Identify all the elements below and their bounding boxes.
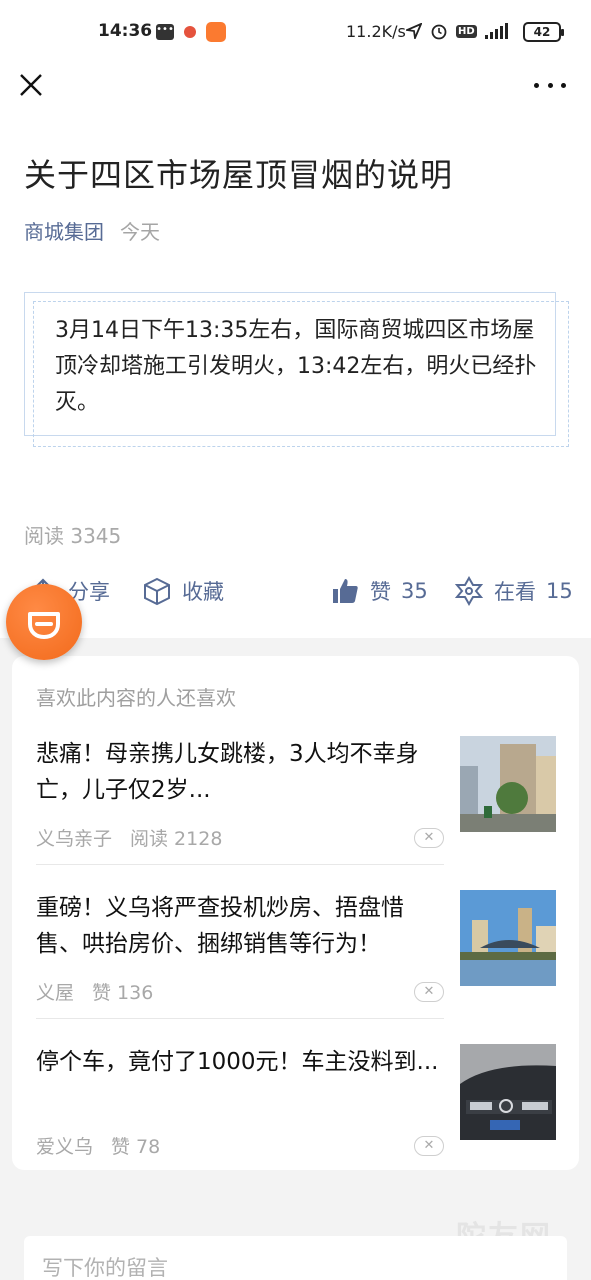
car-photo-icon <box>460 1044 556 1140</box>
didi-logo-icon <box>28 612 60 639</box>
app-notification-icon <box>184 26 196 38</box>
alarm-icon <box>431 24 447 40</box>
publish-date: 今天 <box>120 220 160 244</box>
system-icons: HD <box>406 22 508 40</box>
divider <box>36 864 444 865</box>
divider <box>36 1018 444 1019</box>
dismiss-button[interactable]: ✕ <box>414 1136 444 1156</box>
recommend-title: 喜欢此内容的人还喜欢 <box>36 686 236 710</box>
hd-icon: HD <box>456 24 477 38</box>
looking-label: 在看 <box>494 580 536 604</box>
article-body-box: 3月14日下午13:35左右，国际商贸城四区市场屋顶冷却塔施工引发明火，13:4… <box>24 292 569 447</box>
looking-count: 15 <box>546 579 573 603</box>
notification-icons: ••• <box>156 22 226 42</box>
recommend-thumbnail[interactable] <box>460 736 556 832</box>
favorite-button[interactable]: 收藏 <box>142 576 224 606</box>
didi-notification-icon <box>206 22 226 42</box>
favorite-label: 收藏 <box>182 580 224 604</box>
didi-floating-button[interactable] <box>6 584 82 660</box>
recommend-meta: 义乌亲子 阅读 2128 <box>36 824 222 851</box>
read-count: 阅读 3345 <box>24 524 122 548</box>
like-button[interactable]: 赞 35 <box>330 576 428 606</box>
recommend-item[interactable]: 重磅！义乌将严查投机炒房、捂盘惜售、哄抬房价、捆绑销售等行为！ 义屋 赞 136… <box>36 890 556 1020</box>
status-bar: 14:36 ••• 11.2K/s HD 42 <box>0 0 591 64</box>
city-photo-icon <box>460 890 556 986</box>
dismiss-button[interactable]: ✕ <box>414 982 444 1002</box>
more-icon-dot <box>547 82 553 88</box>
article-meta: 商城集团 今天 <box>24 216 160 245</box>
dismiss-button[interactable]: ✕ <box>414 828 444 848</box>
more-options-button[interactable] <box>534 80 566 90</box>
thumbs-up-icon <box>333 579 358 603</box>
comment-input[interactable]: 写下你的留言 <box>24 1236 567 1280</box>
recommend-headline[interactable]: 重磅！义乌将严查投机炒房、捂盘惜售、哄抬房价、捆绑销售等行为！ <box>36 890 446 962</box>
sparkle-looking-icon <box>454 576 484 606</box>
recommend-source: 义乌亲子 <box>36 828 113 850</box>
box-favorite-icon <box>144 577 170 606</box>
recommend-headline[interactable]: 悲痛！母亲携儿女跳楼，3人均不幸身亡，儿子仅2岁... <box>36 736 446 808</box>
recommend-stat: 阅读 2128 <box>130 828 223 850</box>
recommend-source: 义屋 <box>36 982 75 1004</box>
recommend-stat: 赞 136 <box>92 982 154 1004</box>
close-button[interactable] <box>16 70 46 100</box>
recommend-item[interactable]: 停个车，竟付了1000元！车主没料到... 爱义乌 赞 78 ✕ <box>36 1044 556 1174</box>
looking-button[interactable]: 在看 15 <box>454 576 573 606</box>
net-speed: 11.2K/s <box>346 22 406 41</box>
status-time: 14:36 <box>98 21 153 41</box>
article-body-text: 3月14日下午13:35左右，国际商贸城四区市场屋顶冷却塔施工引发明火，13:4… <box>55 318 537 415</box>
like-count: 35 <box>401 579 428 603</box>
more-icon-dot <box>534 82 539 88</box>
like-label: 赞 <box>370 580 391 604</box>
battery-icon: 42 <box>523 22 564 42</box>
location-arrow-icon <box>406 23 422 39</box>
recommend-headline[interactable]: 停个车，竟付了1000元！车主没料到... <box>36 1044 446 1080</box>
apartment-photo-icon <box>460 736 556 832</box>
action-bar: 分享 收藏 赞 35 在看 15 <box>0 570 591 614</box>
recommend-item[interactable]: 悲痛！母亲携儿女跳楼，3人均不幸身亡，儿子仅2岁... 义乌亲子 阅读 2128… <box>36 736 556 866</box>
more-icon-dot <box>561 82 566 88</box>
recommend-stat: 赞 78 <box>111 1136 161 1158</box>
recommend-meta: 义屋 赞 136 <box>36 978 153 1005</box>
close-icon <box>20 74 42 96</box>
comment-placeholder: 写下你的留言 <box>42 1256 168 1280</box>
article-title: 关于四区市场屋顶冒烟的说明 <box>24 156 454 194</box>
recommend-meta: 爱义乌 赞 78 <box>36 1132 160 1159</box>
account-name-link[interactable]: 商城集团 <box>24 216 104 245</box>
recommend-thumbnail[interactable] <box>460 1044 556 1140</box>
signal-icon <box>484 23 508 39</box>
recommend-thumbnail[interactable] <box>460 890 556 986</box>
message-icon: ••• <box>156 24 174 40</box>
recommend-card: 喜欢此内容的人还喜欢 悲痛！母亲携儿女跳楼，3人均不幸身亡，儿子仅2岁... 义… <box>12 656 579 1170</box>
recommend-source: 爱义乌 <box>36 1136 94 1158</box>
